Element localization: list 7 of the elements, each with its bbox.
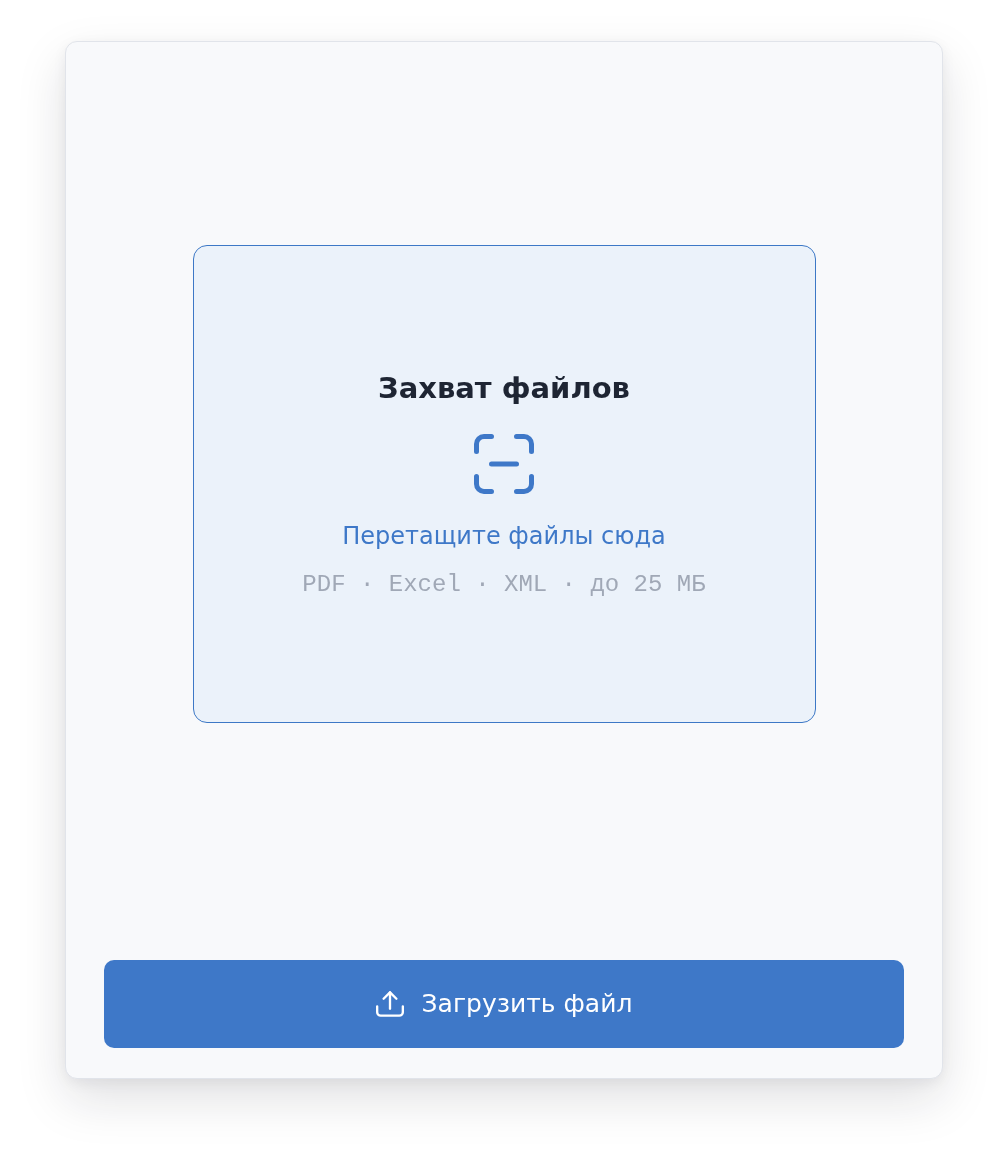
upload-button[interactable]: Загрузить файл [104, 960, 904, 1048]
scan-icon [474, 434, 534, 494]
file-formats-note: PDF · Excel · XML · до 25 МБ [302, 571, 706, 599]
drop-zone-title: Захват файлов [378, 370, 630, 407]
drop-zone[interactable]: Захват файлов Перетащите файлы сюда PDF · Excel · XML · до 25 МБ [192, 245, 816, 723]
upload-icon [375, 990, 404, 1018]
drop-hint: Перетащите файлы сюда [342, 521, 666, 551]
